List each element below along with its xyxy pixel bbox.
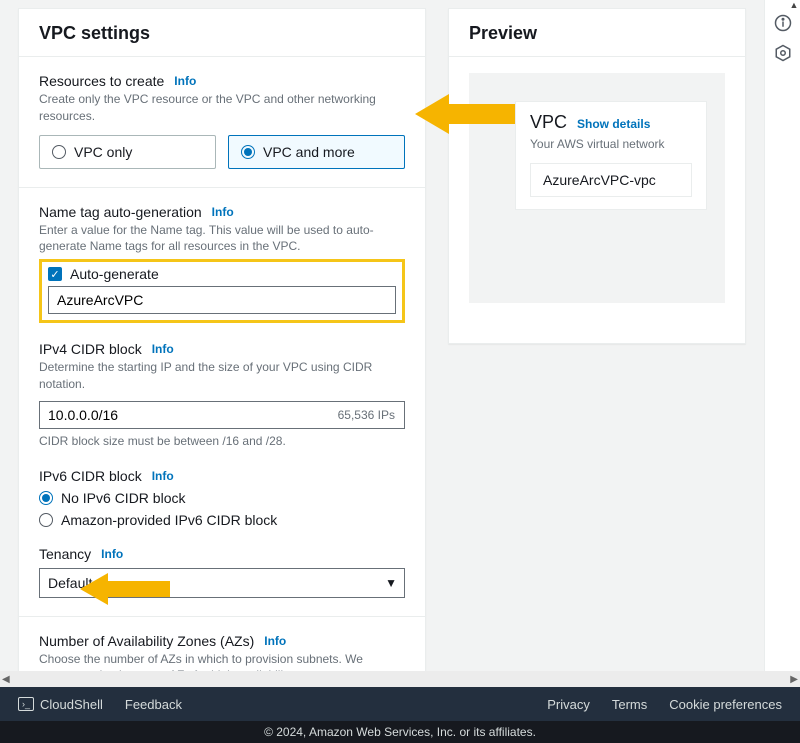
auto-generate-checkbox-row[interactable]: ✓ Auto-generate [48,266,396,282]
radio-amazon-ipv6-label: Amazon-provided IPv6 CIDR block [61,512,277,528]
terms-link[interactable]: Terms [612,697,647,712]
vpc-settings-title: VPC settings [39,23,405,44]
scrollbar-track[interactable] [12,673,789,685]
tenancy-select[interactable]: Default [39,568,405,598]
auto-generate-label: Auto-generate [70,266,159,282]
azs-section: Number of Availability Zones (AZs) Info … [19,617,425,671]
ipv4-info-link[interactable]: Info [152,342,174,356]
preview-vpc-title: VPC [530,112,567,133]
preview-vpc-desc: Your AWS virtual network [530,137,692,151]
nametag-highlight-annotation: ✓ Auto-generate [39,259,405,323]
radio-no-ipv6-label: No IPv6 CIDR block [61,490,185,506]
radio-icon [39,513,53,527]
nametag-label: Name tag auto-generation [39,204,202,220]
gear-hex-icon[interactable] [774,44,792,62]
preview-vpc-card: VPC Show details Your AWS virtual networ… [515,101,707,210]
radio-icon [39,491,53,505]
ipv6-label: IPv6 CIDR block [39,468,142,484]
preview-vpc-name[interactable]: AzureArcVPC-vpc [530,163,692,197]
checkbox-checked-icon: ✓ [48,267,62,281]
copyright-text: © 2024, Amazon Web Services, Inc. or its… [264,725,536,739]
vpc-settings-panel: VPC settings Resources to create Info Cr… [18,8,426,671]
radio-icon [52,145,66,159]
cloudshell-label: CloudShell [40,697,103,712]
azs-label: Number of Availability Zones (AZs) [39,633,254,649]
footer-bar: ›_ CloudShell Feedback Privacy Terms Coo… [0,687,800,721]
radio-vpc-only[interactable]: VPC only [39,135,216,169]
azs-desc: Choose the number of AZs in which to pro… [39,651,405,671]
main-content: VPC settings Resources to create Info Cr… [0,0,764,671]
right-tool-rail [764,0,800,671]
preview-panel: Preview VPC Show details Your AWS virtua… [448,8,746,344]
privacy-link[interactable]: Privacy [547,697,590,712]
radio-amazon-ipv6[interactable]: Amazon-provided IPv6 CIDR block [39,512,405,528]
nametag-section: Name tag auto-generation Info Enter a va… [19,188,425,617]
ipv4-hint: CIDR block size must be between /16 and … [39,433,405,450]
resources-desc: Create only the VPC resource or the VPC … [39,91,405,125]
cookie-preferences-link[interactable]: Cookie preferences [669,697,782,712]
radio-vpc-only-label: VPC only [74,144,132,160]
scroll-left-icon[interactable]: ◀ [2,674,10,685]
ipv6-info-link[interactable]: Info [152,469,174,483]
terminal-icon: ›_ [18,697,34,711]
tenancy-label: Tenancy [39,546,91,562]
nametag-desc: Enter a value for the Name tag. This val… [39,222,405,256]
horizontal-scrollbar[interactable]: ◀ ▶ [0,671,800,687]
preview-canvas: VPC Show details Your AWS virtual networ… [469,73,725,303]
radio-vpc-and-more[interactable]: VPC and more [228,135,405,169]
radio-icon [241,145,255,159]
preview-title: Preview [469,23,725,44]
resources-label: Resources to create [39,73,164,89]
copyright-bar: © 2024, Amazon Web Services, Inc. or its… [0,721,800,743]
feedback-link[interactable]: Feedback [125,697,182,712]
show-details-link[interactable]: Show details [577,117,650,131]
scroll-up-icon[interactable]: ▲ [788,0,800,10]
resources-section: Resources to create Info Create only the… [19,57,425,188]
ipv4-label: IPv4 CIDR block [39,341,142,357]
info-circle-icon[interactable] [774,14,792,32]
nametag-input[interactable] [48,286,396,314]
ipv4-desc: Determine the starting IP and the size o… [39,359,405,393]
ipv4-cidr-input[interactable] [39,401,405,429]
radio-vpc-and-more-label: VPC and more [263,144,355,160]
tenancy-info-link[interactable]: Info [101,547,123,561]
radio-no-ipv6[interactable]: No IPv6 CIDR block [39,490,405,506]
nametag-info-link[interactable]: Info [212,205,234,219]
scroll-right-icon[interactable]: ▶ [790,674,798,685]
resources-info-link[interactable]: Info [174,74,196,88]
azs-info-link[interactable]: Info [264,634,286,648]
cloudshell-button[interactable]: ›_ CloudShell [18,697,103,712]
tenancy-value: Default [48,575,92,591]
